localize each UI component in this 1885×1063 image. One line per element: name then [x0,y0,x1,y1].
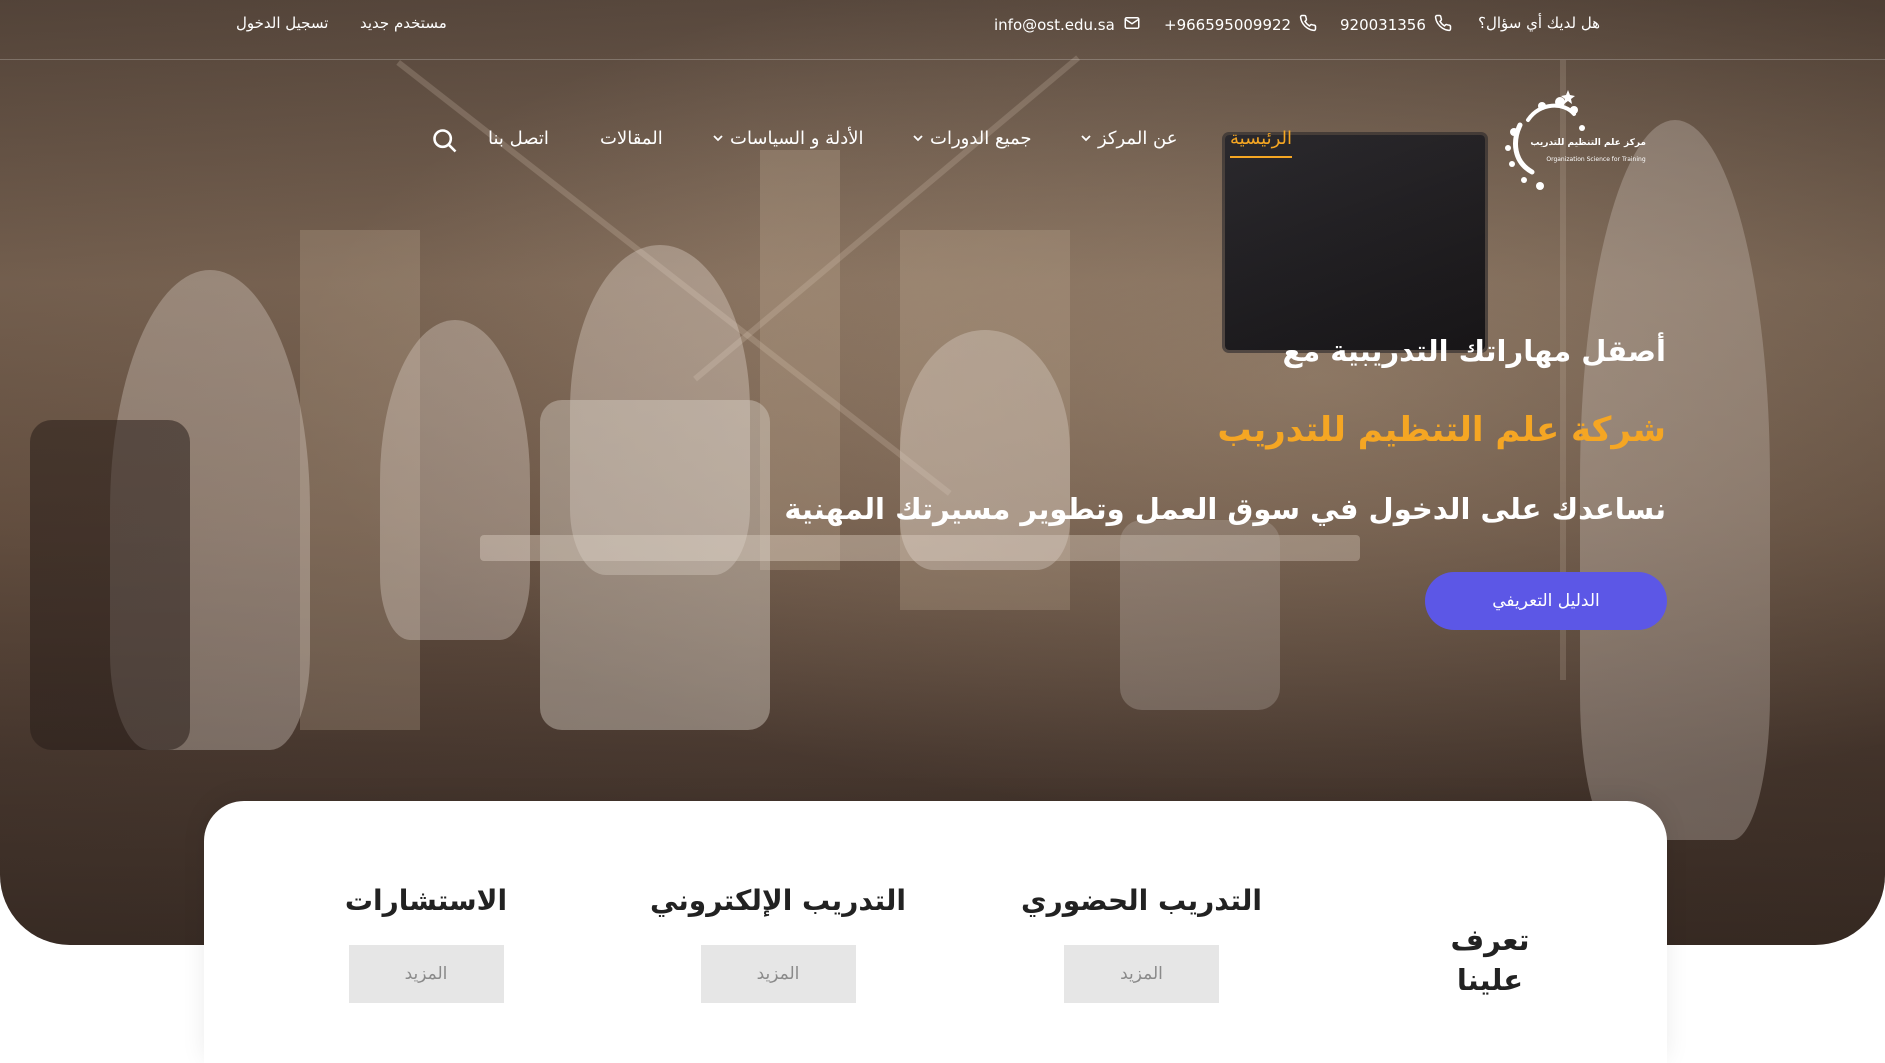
email-address: info@ost.edu.sa [994,16,1115,34]
hero-line-1: أصقل مهاراتك التدريبية مع [1282,334,1666,368]
service-title: الاستشارات [344,884,508,917]
service-onsite: التدريب الحضوري المزيد [1004,884,1279,1003]
site-logo[interactable]: مركز علم التنظيم للتدريب Organization Sc… [1462,80,1646,195]
phone-number-1: 920031356 [1340,16,1426,34]
nav-about[interactable]: عن المركز [1080,128,1178,149]
chevron-down-icon [1080,128,1092,149]
chevron-down-icon [712,128,724,149]
email-link[interactable]: info@ost.edu.sa [994,14,1141,36]
login-link[interactable]: تسجيل الدخول [236,14,328,32]
nav-articles[interactable]: المقالات [600,128,663,149]
chevron-down-icon [912,128,924,149]
hero-line-3: نساعدك على الدخول في سوق العمل وتطوير مس… [784,492,1666,526]
service-online: التدريب الإلكتروني المزيد [638,884,918,1003]
service-consulting: الاستشارات المزيد [313,884,539,1003]
nav-policies[interactable]: الأدلة و السياسات [712,128,864,149]
service-title: التدريب الحضوري [1021,884,1262,917]
phone-number-2: +966595009922 [1164,16,1292,34]
mail-icon [1123,14,1141,36]
more-button[interactable]: المزيد [348,945,504,1003]
phone-icon [1299,14,1317,36]
phone-link-2[interactable]: +966595009922 [1164,14,1317,36]
more-button[interactable]: المزيد [700,945,856,1003]
service-title: التدريب الإلكتروني [649,884,907,917]
nav-courses-label: جميع الدورات [930,128,1032,149]
phone-link-1[interactable]: 920031356 [1340,14,1452,36]
logo-name-ar: مركز علم التنظيم للتدريب [1530,138,1646,148]
guide-button[interactable]: الدليل التعريفي [1425,572,1667,630]
about-us-heading: تعرف علينا [1450,923,1530,997]
nav-home[interactable]: الرئيسية [1230,128,1292,158]
question-text: هل لديك أي سؤال؟ [1478,14,1601,32]
top-bar: هل لديك أي سؤال؟ 920031356 +966595009922… [0,0,1885,60]
nav-about-label: عن المركز [1098,128,1178,149]
nav-policies-label: الأدلة و السياسات [730,128,864,149]
phone-icon [1434,14,1452,36]
nav-contact[interactable]: اتصل بنا [488,128,549,149]
nav-courses[interactable]: جميع الدورات [912,128,1032,149]
more-button[interactable]: المزيد [1064,945,1219,1003]
hero-line-2: شركة علم التنظيم للتدريب [1217,410,1666,450]
logo-name-en: Organization Science for Training [1546,156,1646,163]
search-icon[interactable] [431,127,459,155]
register-link[interactable]: مستخدم جديد [360,14,447,32]
